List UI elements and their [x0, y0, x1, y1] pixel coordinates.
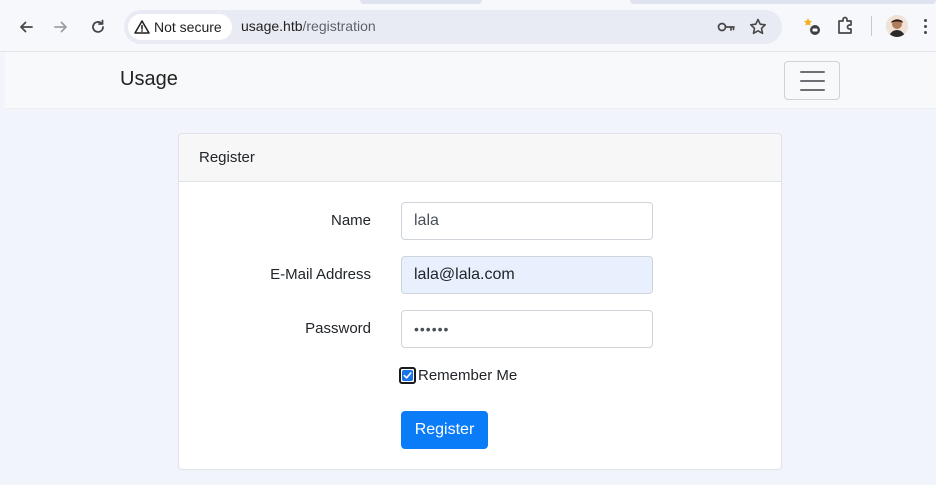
email-input[interactable]: lala@lala.com — [401, 256, 653, 294]
avatar-image — [886, 15, 908, 37]
site-navbar: Usage — [5, 52, 936, 109]
hamburger-line — [799, 70, 825, 73]
address-bar[interactable]: Not secure usage.htb/registration — [124, 10, 782, 44]
email-label: E-Mail Address — [270, 266, 371, 283]
tab-strip-edge — [360, 0, 482, 4]
security-chip[interactable]: Not secure — [128, 14, 232, 40]
forward-button[interactable] — [47, 13, 75, 41]
back-button[interactable] — [12, 13, 40, 41]
url-path: /registration — [302, 18, 376, 34]
remember-me-row[interactable]: Remember Me — [399, 367, 517, 384]
name-label: Name — [330, 212, 371, 229]
url-host: usage.htb — [241, 18, 303, 34]
menu-dot — [923, 18, 927, 22]
key-icon[interactable] — [716, 17, 736, 37]
reload-icon — [92, 19, 104, 33]
remember-me-checkbox[interactable] — [399, 367, 416, 384]
navbar-toggler-button[interactable] — [784, 61, 840, 100]
reload-button[interactable] — [84, 13, 112, 41]
toolbar-separator — [871, 16, 872, 36]
hamburger-line — [799, 88, 825, 91]
browser-menu-button[interactable] — [916, 14, 934, 38]
url-text[interactable]: usage.htb/registration — [241, 18, 376, 34]
arrow-right-icon — [54, 21, 67, 33]
arrow-left-icon — [20, 21, 33, 33]
profile-avatar[interactable] — [886, 15, 908, 37]
name-input[interactable]: lala — [401, 202, 653, 240]
register-card: Register Name lala E-Mail Address lala@l… — [178, 133, 782, 470]
menu-dot — [923, 30, 927, 34]
password-label: Password — [305, 320, 371, 337]
checkbox-fill — [402, 370, 413, 381]
register-button[interactable]: Register — [401, 411, 488, 449]
browser-toolbar: Not secure usage.htb/registration — [0, 0, 936, 52]
extension-shield-icon[interactable] — [800, 15, 822, 37]
security-label: Not secure — [154, 19, 222, 35]
navbar-brand[interactable]: Usage — [120, 68, 178, 91]
page-viewport: Usage Register Name lala E-Mail Address … — [0, 52, 936, 485]
warning-icon — [134, 20, 150, 34]
card-header: Register — [179, 134, 781, 182]
tab-strip-edge — [630, 0, 936, 4]
menu-dot — [923, 24, 927, 28]
password-input[interactable]: •••••• — [401, 310, 653, 348]
checkmark-icon — [403, 372, 412, 379]
hamburger-line — [799, 79, 825, 82]
remember-me-label[interactable]: Remember Me — [418, 367, 517, 384]
star-icon[interactable] — [748, 17, 768, 37]
extensions-puzzle-icon[interactable] — [834, 15, 856, 37]
